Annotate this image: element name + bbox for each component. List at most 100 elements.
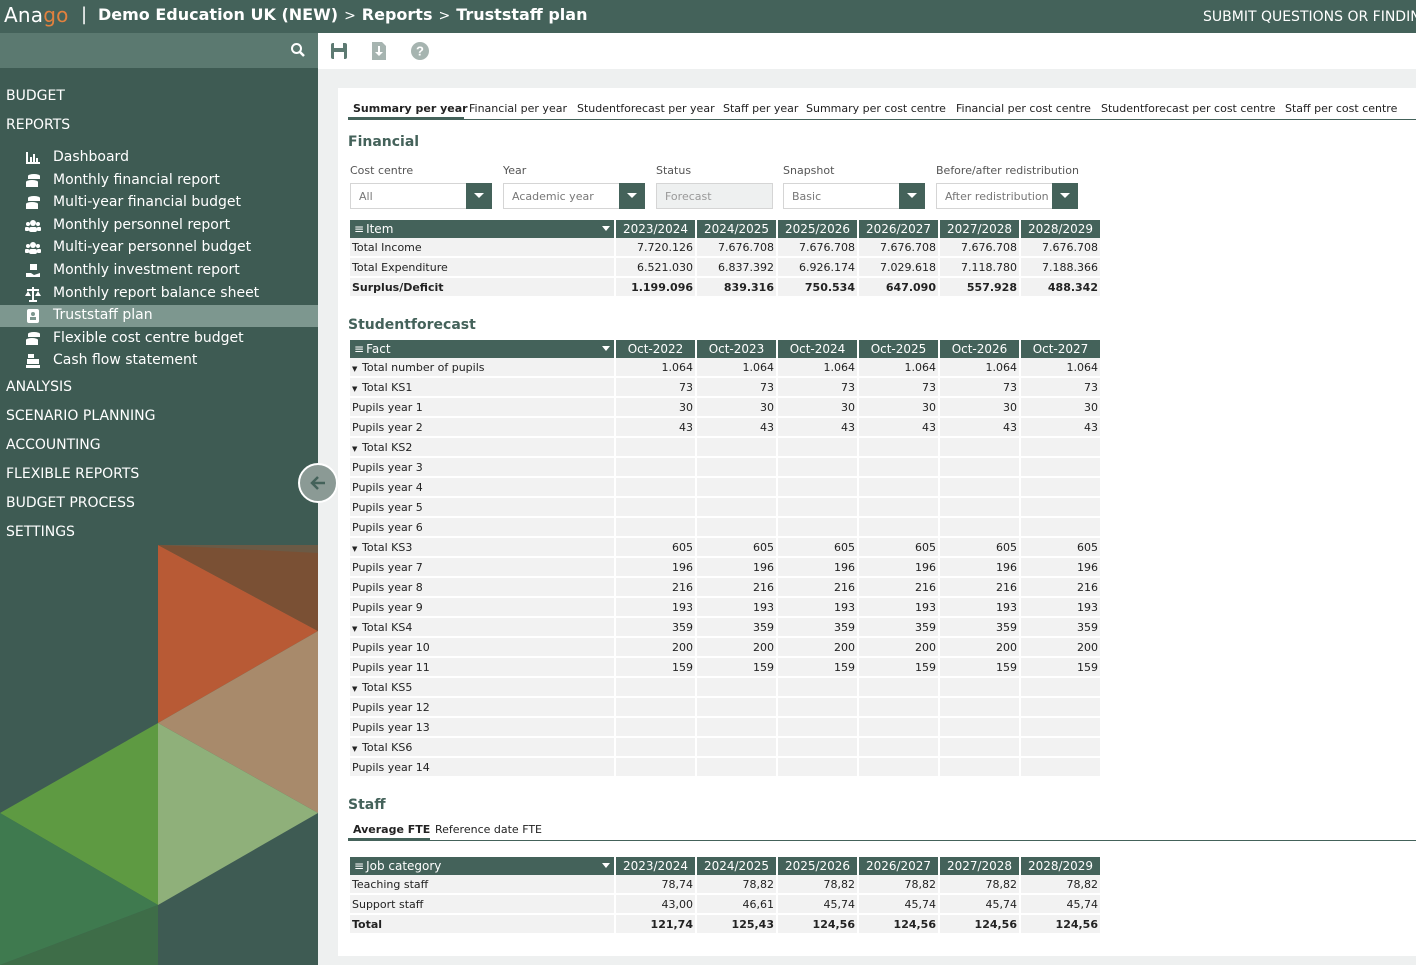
collapse-sidebar-button[interactable] <box>298 463 338 503</box>
caret-down-icon[interactable] <box>602 346 610 352</box>
value-cell <box>940 698 1021 718</box>
column-header-job-category[interactable]: ≡ Job category <box>350 857 616 875</box>
column-header: 2024/2025 <box>697 220 778 238</box>
row-label: Pupils year 9 <box>352 600 423 614</box>
nav-analysis[interactable]: ANALYSIS <box>6 379 72 395</box>
row-label-cell: Teaching staff <box>350 875 616 895</box>
sidebar-item-cash-flow-statement[interactable]: Cash flow statement <box>0 350 318 372</box>
value-cell: 124,56 <box>778 915 859 935</box>
row-label-cell: Pupils year 7 <box>350 558 616 578</box>
dropdown-button[interactable] <box>619 183 645 209</box>
app-logo[interactable]: Anago <box>4 3 69 27</box>
row-label-cell: ▼ Total KS5 <box>350 678 616 698</box>
expand-toggle-icon[interactable]: ▼ <box>352 625 362 633</box>
caret-down-icon[interactable] <box>602 226 610 232</box>
tab-financial-per-year[interactable]: Financial per year <box>469 102 567 115</box>
row-label-cell: Pupils year 8 <box>350 578 616 598</box>
sidebar-item-monthly-financial-report[interactable]: Monthly financial report <box>0 170 318 192</box>
expand-toggle-icon[interactable]: ▼ <box>352 685 362 693</box>
help-icon[interactable]: ? <box>409 40 431 62</box>
row-label-cell: ▼ Total number of pupils <box>350 358 616 378</box>
tab-summary-per-year[interactable]: Summary per year <box>353 102 468 115</box>
sidebar-item-truststaff-plan[interactable]: Truststaff plan <box>0 305 318 327</box>
value-cell: 1.064 <box>778 358 859 378</box>
year-select[interactable]: Academic year <box>503 183 645 209</box>
snapshot-select[interactable]: Basic <box>783 183 925 209</box>
nav-budget[interactable]: BUDGET <box>6 88 65 104</box>
sidebar-item-monthly-investment-report[interactable]: Monthly investment report <box>0 260 318 282</box>
active-tab-indicator <box>348 117 464 120</box>
search-icon[interactable] <box>290 42 306 58</box>
table-row: Pupils year 9 193 193 193 193 193 193 <box>350 598 1102 618</box>
submit-questions-link[interactable]: SUBMIT QUESTIONS OR FINDINGS <box>1203 9 1416 25</box>
tab-studentforecast-per-cost-centre[interactable]: Studentforecast per cost centre <box>1101 102 1276 115</box>
download-icon[interactable] <box>368 40 390 62</box>
column-header: 2028/2029 <box>1021 857 1102 875</box>
sidebar-item-multi-year-personnel-budget[interactable]: Multi-year personnel budget <box>0 237 318 259</box>
value-cell: 46,61 <box>697 895 778 915</box>
value-cell: 7.029.618 <box>859 258 940 278</box>
value-cell: 6.521.030 <box>616 258 697 278</box>
column-header-fact[interactable]: ≡ Fact <box>350 340 616 358</box>
column-header-item[interactable]: ≡ Item <box>350 220 616 238</box>
users-icon <box>25 220 41 232</box>
menu-icon[interactable]: ≡ <box>354 222 364 236</box>
tab-financial-per-cost-centre[interactable]: Financial per cost centre <box>956 102 1091 115</box>
sidebar-item-flexible-cost-centre-budget[interactable]: Flexible cost centre budget <box>0 328 318 350</box>
nav-accounting[interactable]: ACCOUNTING <box>6 437 101 453</box>
menu-icon[interactable]: ≡ <box>354 859 364 873</box>
dropdown-button[interactable] <box>466 183 492 209</box>
row-label-cell: Pupils year 4 <box>350 478 616 498</box>
sidebar-search-bar[interactable] <box>0 33 318 68</box>
value-cell: 121,74 <box>616 915 697 935</box>
menu-icon[interactable]: ≡ <box>354 342 364 356</box>
value-cell: 45,74 <box>778 895 859 915</box>
breadcrumb-reports[interactable]: Reports <box>362 5 433 24</box>
expand-toggle-icon[interactable]: ▼ <box>352 365 362 373</box>
row-label: Pupils year 6 <box>352 520 423 534</box>
expand-toggle-icon[interactable]: ▼ <box>352 385 362 393</box>
row-label: Pupils year 14 <box>352 760 430 774</box>
subtab-average-fte[interactable]: Average FTE <box>353 823 430 836</box>
redistribution-select[interactable]: After redistribution <box>936 183 1078 209</box>
sidebar-item-monthly-report-balance-sheet[interactable]: Monthly report balance sheet <box>0 283 318 305</box>
subtab-reference-date-fte[interactable]: Reference date FTE <box>435 823 542 836</box>
tab-summary-per-cost-centre[interactable]: Summary per cost centre <box>806 102 946 115</box>
row-label-cell: Support staff <box>350 895 616 915</box>
caret-down-icon[interactable] <box>602 863 610 869</box>
sidebar-item-monthly-personnel-report[interactable]: Monthly personnel report <box>0 215 318 237</box>
value-cell <box>1021 758 1102 778</box>
value-cell: 6.837.392 <box>697 258 778 278</box>
nav-settings[interactable]: SETTINGS <box>6 524 75 540</box>
value-cell: 30 <box>859 398 940 418</box>
table-row: ▼ Total KS2 <box>350 438 1102 458</box>
tab-staff-per-year[interactable]: Staff per year <box>723 102 798 115</box>
nav-flexible-reports[interactable]: FLEXIBLE REPORTS <box>6 466 139 482</box>
save-icon[interactable] <box>328 40 350 62</box>
value-cell: 216 <box>859 578 940 598</box>
sidebar-item-multi-year-financial-budget[interactable]: Multi-year financial budget <box>0 192 318 214</box>
row-label-cell: Pupils year 3 <box>350 458 616 478</box>
dropdown-button[interactable] <box>1052 183 1078 209</box>
coins-icon <box>26 196 40 209</box>
nav-scenario-planning[interactable]: SCENARIO PLANNING <box>6 408 155 424</box>
column-header: 2026/2027 <box>859 857 940 875</box>
nav-budget-process[interactable]: BUDGET PROCESS <box>6 495 135 511</box>
active-subtab-indicator <box>348 838 430 841</box>
dropdown-button[interactable] <box>899 183 925 209</box>
breadcrumb-org[interactable]: Demo Education UK (NEW) <box>98 5 338 24</box>
studentforecast-table-body: ▼ Total number of pupils 1.064 1.064 1.064 1.… <box>350 358 1102 778</box>
nav-reports[interactable]: REPORTS <box>6 117 70 133</box>
staff-table: ≡ Job category 2023/2024 2024/2025 2025/2… <box>350 857 1102 935</box>
cost-centre-select[interactable]: All <box>350 183 492 209</box>
value-cell <box>859 698 940 718</box>
expand-toggle-icon[interactable]: ▼ <box>352 745 362 753</box>
row-label: Pupils year 11 <box>352 660 430 674</box>
filter-label-snapshot: Snapshot <box>783 164 835 177</box>
sidebar-item-dashboard[interactable]: Dashboard <box>0 147 318 169</box>
expand-toggle-icon[interactable]: ▼ <box>352 445 362 453</box>
expand-toggle-icon[interactable]: ▼ <box>352 545 362 553</box>
tab-studentforecast-per-year[interactable]: Studentforecast per year <box>577 102 715 115</box>
tab-staff-per-cost-centre[interactable]: Staff per cost centre <box>1285 102 1397 115</box>
row-label-cell: ▼ Total KS3 <box>350 538 616 558</box>
